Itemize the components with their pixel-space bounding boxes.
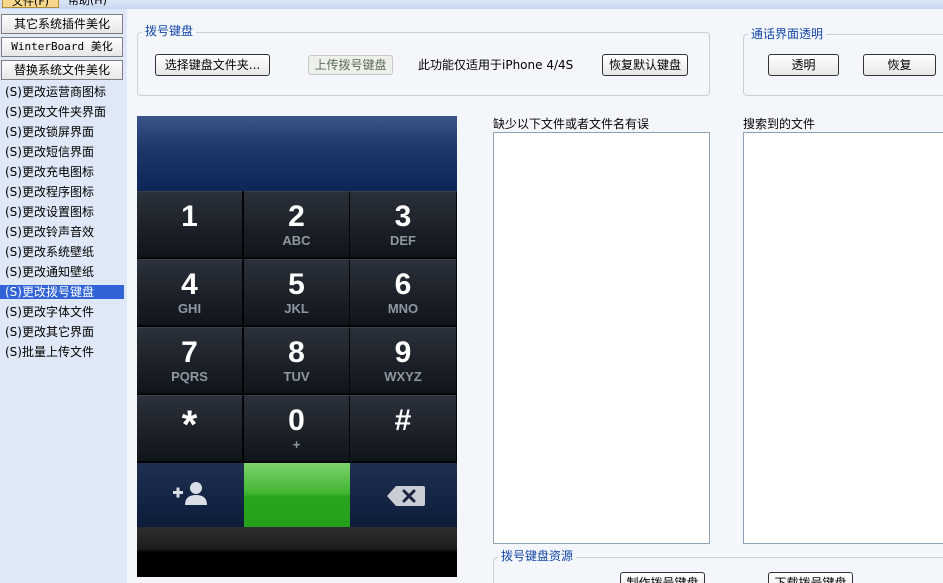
key-3: 3 DEF — [350, 191, 457, 258]
nav-list: (S)更改运营商图标 (S)更改文件夹界面 (S)更改锁屏界面 (S)更改短信界… — [0, 82, 127, 362]
iphone-compat-note: 此功能仅适用于iPhone 4/4S — [418, 58, 574, 72]
nav-item-charging-icon[interactable]: (S)更改充电图标 — [0, 162, 127, 182]
nav-item-batch-upload[interactable]: (S)批量上传文件 — [0, 342, 127, 362]
nav-item-lockscreen[interactable]: (S)更改锁屏界面 — [0, 122, 127, 142]
transparent-button[interactable]: 透明 — [768, 54, 839, 76]
delete-key — [350, 463, 457, 527]
other-plugins-button[interactable]: 其它系统插件美化 — [1, 14, 123, 34]
keypad-preview: 1 2 ABC 3 DEF 4 GHI 5 JKL 6 MNO 7 PQRS 8 TUV 9W… — [137, 116, 457, 577]
nav-item-ringtones[interactable]: (S)更改铃声音效 — [0, 222, 127, 242]
missing-files-label: 缺少以下文件或者文件名有误 — [493, 117, 650, 131]
download-keypad-button[interactable]: 下载拨号键盘 — [768, 572, 853, 583]
restore-default-keypad-button[interactable]: 恢复默认键盘 — [602, 54, 688, 76]
key-1: 1 — [137, 191, 243, 258]
dial-keypad-group-title: 拨号键盘 — [142, 24, 197, 38]
key-0: 0 + — [244, 395, 350, 462]
sidebar: 其它系统插件美化 WinterBoard 美化 替换系统文件美化 (S)更改运营… — [0, 9, 127, 583]
backspace-icon — [387, 486, 425, 506]
menu-help[interactable]: 帮助(H) — [68, 0, 107, 8]
make-keypad-button[interactable]: 制作拨号键盘 — [620, 572, 705, 583]
key-2: 2 ABC — [244, 191, 350, 258]
call-transparency-group-title: 通话界面透明 — [748, 27, 827, 41]
restore-button[interactable]: 恢复 — [863, 54, 936, 76]
key-5: 5 JKL — [244, 259, 350, 326]
keypad-resources-group-title: 拨号键盘资源 — [498, 549, 577, 563]
nav-item-system-wallpaper[interactable]: (S)更改系统壁纸 — [0, 242, 127, 262]
dial-display — [137, 116, 457, 191]
key-8: 8 TUV — [244, 327, 350, 394]
nav-item-notification-wallpaper[interactable]: (S)更改通知壁纸 — [0, 262, 127, 282]
add-contact-key — [137, 463, 244, 527]
found-files-label: 搜索到的文件 — [743, 117, 816, 131]
nav-item-other-ui[interactable]: (S)更改其它界面 — [0, 322, 127, 342]
keypad-footer — [137, 527, 457, 577]
nav-item-carrier-icon[interactable]: (S)更改运营商图标 — [0, 82, 127, 102]
keypad-bottom-row — [137, 463, 457, 527]
key-4: 4 GHI — [137, 259, 243, 326]
nav-item-app-icons[interactable]: (S)更改程序图标 — [0, 182, 127, 202]
winterboard-button[interactable]: WinterBoard 美化 — [1, 37, 123, 57]
add-contact-icon — [172, 482, 207, 505]
key-7: 7 PQRS — [137, 327, 243, 394]
key-6: 6 MNO — [350, 259, 457, 326]
missing-files-list[interactable] — [493, 132, 710, 544]
menu-bar: 文件(F) 帮助(H) — [0, 0, 943, 9]
key-9: 9 WXYZ — [350, 327, 457, 394]
menu-file[interactable]: 文件(F) — [2, 0, 59, 8]
nav-item-folder[interactable]: (S)更改文件夹界面 — [0, 102, 127, 122]
upload-keypad-button[interactable]: 上传拨号键盘 — [308, 55, 393, 75]
nav-item-sms[interactable]: (S)更改短信界面 — [0, 142, 127, 162]
choose-keypad-folder-button[interactable]: 选择键盘文件夹... — [155, 54, 270, 76]
nav-item-settings-icon[interactable]: (S)更改设置图标 — [0, 202, 127, 222]
replace-system-files-button[interactable]: 替换系统文件美化 — [1, 60, 123, 80]
key-hash: # — [350, 395, 457, 462]
nav-item-fonts[interactable]: (S)更改字体文件 — [0, 302, 127, 322]
call-key — [244, 463, 350, 527]
key-star: * — [137, 395, 243, 462]
nav-item-dial-keypad[interactable]: (S)更改拨号键盘 — [0, 285, 124, 299]
found-files-list[interactable] — [743, 132, 943, 544]
